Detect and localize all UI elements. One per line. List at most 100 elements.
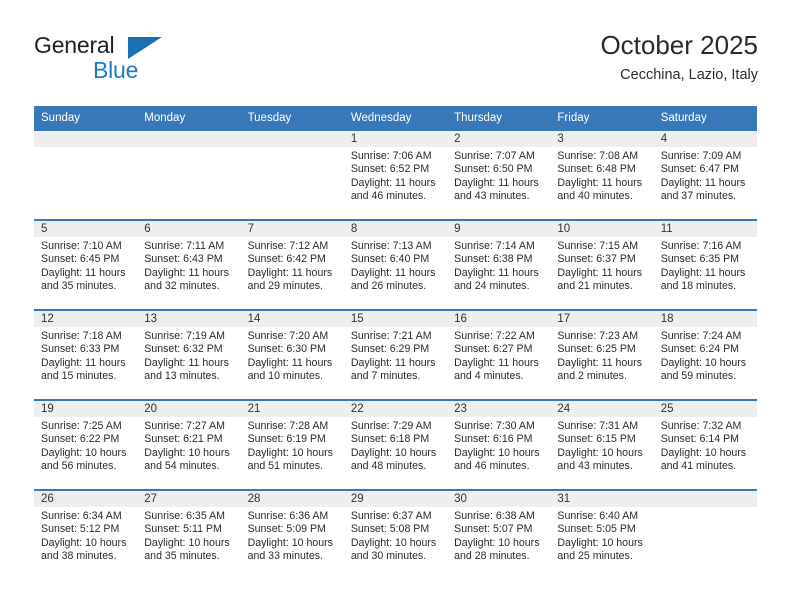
weekday-header-row: Sunday Monday Tuesday Wednesday Thursday Frid… (34, 106, 757, 131)
day-number: 13 (137, 311, 241, 327)
calendar-page: General Blue October 2025 Cecchina, Lazi… (0, 0, 792, 612)
day-detail-text: Sunrise: 7:29 AM Sunset: 6:18 PM Daylight:… (344, 417, 447, 474)
day-number: 17 (550, 311, 654, 327)
day-detail-line: and 13 minutes. (144, 370, 220, 383)
day-detail-text: Sunrise: 7:10 AM Sunset: 6:45 PM Daylight:… (34, 237, 137, 294)
calendar-day-cell-empty (137, 131, 241, 219)
calendar-day-cell[interactable]: 5 Sunrise: 7:10 AM Sunset: 6:45 PM Daylight… (34, 221, 138, 309)
day-detail-line: Sunrise: 7:20 AM (247, 330, 329, 342)
day-detail-line: Daylight: 11 hours (144, 266, 229, 279)
calendar-day-cell[interactable]: 9 Sunrise: 7:14 AM Sunset: 6:38 PM Daylight… (447, 221, 551, 309)
calendar-day-cell[interactable]: 7 Sunrise: 7:12 AM Sunset: 6:42 PM Daylight… (240, 221, 344, 309)
calendar-day-cell[interactable]: 22 Sunrise: 7:29 AM Sunset: 6:18 PM Dayligh… (343, 401, 448, 489)
day-detail-line: Sunrise: 6:40 AM (557, 510, 639, 522)
day-detail-text: Sunrise: 6:35 AM Sunset: 5:11 PM Daylight:… (137, 507, 240, 564)
day-detail-line: and 35 minutes. (41, 280, 117, 293)
day-detail-line: Sunset: 6:38 PM (454, 253, 533, 266)
calendar-day-cell[interactable]: 28 Sunrise: 6:36 AM Sunset: 5:09 PM Dayligh… (240, 491, 344, 579)
calendar-day-cell[interactable]: 29 Sunrise: 6:37 AM Sunset: 5:08 PM Dayligh… (343, 491, 448, 579)
calendar-day-cell[interactable]: 1 Sunrise: 7:06 AM Sunset: 6:52 PM Daylight… (343, 131, 448, 219)
day-detail-line: and 21 minutes. (557, 280, 633, 293)
day-detail-line: Daylight: 11 hours (144, 356, 229, 369)
day-number: 12 (34, 311, 138, 327)
calendar-day-cell[interactable]: 30 Sunrise: 6:38 AM Sunset: 5:07 PM Dayligh… (447, 491, 551, 579)
day-detail-line: Daylight: 11 hours (454, 176, 539, 189)
calendar-day-cell[interactable]: 12 Sunrise: 7:18 AM Sunset: 6:33 PM Dayligh… (34, 311, 138, 399)
calendar-day-cell[interactable]: 20 Sunrise: 7:27 AM Sunset: 6:21 PM Dayligh… (137, 401, 241, 489)
calendar-day-cell[interactable]: 24 Sunrise: 7:31 AM Sunset: 6:15 PM Dayligh… (550, 401, 654, 489)
day-detail-line: Daylight: 10 hours (557, 446, 643, 459)
day-detail-line: Sunrise: 7:13 AM (350, 240, 432, 252)
day-detail-line: Sunrise: 7:08 AM (557, 150, 639, 162)
day-detail-text: Sunrise: 7:19 AM Sunset: 6:32 PM Daylight:… (137, 327, 240, 384)
day-detail-line: and 15 minutes. (41, 370, 117, 383)
calendar-day-cell[interactable]: 13 Sunrise: 7:19 AM Sunset: 6:32 PM Dayligh… (137, 311, 241, 399)
day-detail-line: and 41 minutes. (660, 460, 737, 473)
calendar-day-cell[interactable]: 11 Sunrise: 7:16 AM Sunset: 6:35 PM Dayligh… (653, 221, 757, 309)
day-detail-line: Sunset: 6:19 PM (247, 433, 326, 446)
calendar-day-cell[interactable]: 25 Sunrise: 7:32 AM Sunset: 6:14 PM Dayligh… (653, 401, 757, 489)
day-detail-line: Sunset: 6:35 PM (660, 253, 740, 266)
calendar-day-cell[interactable]: 3 Sunrise: 7:08 AM Sunset: 6:48 PM Daylight… (550, 131, 654, 219)
day-detail-text: Sunrise: 7:21 AM Sunset: 6:29 PM Daylight:… (344, 327, 447, 384)
day-detail-line: Sunrise: 7:23 AM (557, 330, 639, 342)
calendar-day-cell[interactable]: 23 Sunrise: 7:30 AM Sunset: 6:16 PM Dayligh… (447, 401, 551, 489)
weekday-header-saturday: Saturday (660, 112, 707, 124)
day-detail-line: Sunset: 5:08 PM (350, 523, 430, 536)
day-detail-text: Sunrise: 7:08 AM Sunset: 6:48 PM Daylight:… (550, 147, 653, 204)
day-number: 5 (34, 221, 138, 237)
day-detail-line: Daylight: 11 hours (350, 176, 436, 189)
calendar-day-cell[interactable]: 31 Sunrise: 6:40 AM Sunset: 5:05 PM Dayligh… (550, 491, 654, 579)
day-detail-text: Sunrise: 6:40 AM Sunset: 5:05 PM Daylight:… (550, 507, 653, 564)
calendar-day-cell[interactable]: 10 Sunrise: 7:15 AM Sunset: 6:37 PM Dayligh… (550, 221, 654, 309)
day-detail-line: Daylight: 10 hours (660, 446, 747, 459)
calendar-week-row: 5 Sunrise: 7:10 AM Sunset: 6:45 PM Daylight… (34, 219, 757, 309)
calendar-day-cell[interactable]: 26 Sunrise: 6:34 AM Sunset: 5:12 PM Dayligh… (34, 491, 138, 579)
day-detail-line: Sunset: 6:37 PM (557, 253, 636, 266)
day-detail-line: Sunset: 5:05 PM (557, 523, 636, 536)
calendar-day-cell[interactable]: 8 Sunrise: 7:13 AM Sunset: 6:40 PM Daylight… (343, 221, 448, 309)
day-detail-line: and 29 minutes. (247, 280, 323, 293)
day-number: 20 (137, 401, 241, 417)
day-detail-line: Daylight: 11 hours (41, 356, 126, 369)
day-detail-line: Sunset: 6:32 PM (144, 343, 223, 356)
day-detail-line: Sunrise: 7:28 AM (247, 420, 329, 432)
day-detail-text: Sunrise: 7:06 AM Sunset: 6:52 PM Daylight:… (344, 147, 447, 204)
day-number: 30 (447, 491, 551, 507)
calendar-weeks: 1 Sunrise: 7:06 AM Sunset: 6:52 PM Daylight… (34, 131, 757, 579)
day-number: 15 (343, 311, 448, 327)
calendar-day-cell[interactable]: 14 Sunrise: 7:20 AM Sunset: 6:30 PM Dayligh… (240, 311, 344, 399)
day-detail-line: Sunset: 6:45 PM (41, 253, 120, 266)
day-detail-line: Daylight: 11 hours (41, 266, 126, 279)
calendar-day-cell[interactable]: 17 Sunrise: 7:23 AM Sunset: 6:25 PM Dayligh… (550, 311, 654, 399)
day-number: 27 (137, 491, 241, 507)
calendar-day-cell[interactable]: 18 Sunrise: 7:24 AM Sunset: 6:24 PM Dayligh… (653, 311, 757, 399)
calendar-day-cell[interactable]: 19 Sunrise: 7:25 AM Sunset: 6:22 PM Dayligh… (34, 401, 138, 489)
day-number: 3 (550, 131, 654, 147)
calendar-day-cell[interactable]: 21 Sunrise: 7:28 AM Sunset: 6:19 PM Dayligh… (240, 401, 344, 489)
day-number: 1 (343, 131, 448, 147)
day-detail-line: Daylight: 11 hours (350, 266, 436, 279)
day-detail-line: Daylight: 11 hours (660, 266, 746, 279)
day-detail-line: and 10 minutes. (247, 370, 323, 383)
day-detail-line: Sunset: 6:18 PM (350, 433, 430, 446)
day-detail-line: Sunset: 6:43 PM (144, 253, 223, 266)
day-detail-line: and 54 minutes. (144, 460, 220, 473)
day-detail-line: Sunrise: 7:15 AM (557, 240, 639, 252)
day-detail-line: Sunrise: 7:18 AM (41, 330, 122, 342)
day-detail-line: Sunset: 6:47 PM (660, 163, 740, 176)
calendar-day-cell[interactable]: 6 Sunrise: 7:11 AM Sunset: 6:43 PM Daylight… (137, 221, 241, 309)
calendar-day-cell[interactable]: 15 Sunrise: 7:21 AM Sunset: 6:29 PM Dayligh… (343, 311, 448, 399)
day-detail-line: Sunrise: 7:24 AM (660, 330, 742, 342)
day-detail-line: Sunrise: 7:09 AM (660, 150, 742, 162)
calendar-day-cell[interactable]: 27 Sunrise: 6:35 AM Sunset: 5:11 PM Dayligh… (137, 491, 241, 579)
day-detail-line: Sunset: 6:33 PM (41, 343, 120, 356)
day-detail-line: Sunset: 6:50 PM (454, 163, 533, 176)
day-detail-line: Sunset: 6:40 PM (350, 253, 430, 266)
calendar-day-cell[interactable]: 2 Sunrise: 7:07 AM Sunset: 6:50 PM Daylight… (447, 131, 551, 219)
logo[interactable]: General Blue (34, 32, 254, 88)
calendar-day-cell[interactable]: 4 Sunrise: 7:09 AM Sunset: 6:47 PM Daylight… (653, 131, 757, 219)
calendar-day-cell[interactable]: 16 Sunrise: 7:22 AM Sunset: 6:27 PM Dayligh… (447, 311, 551, 399)
day-number: 23 (447, 401, 551, 417)
day-detail-line: Daylight: 10 hours (144, 446, 230, 459)
